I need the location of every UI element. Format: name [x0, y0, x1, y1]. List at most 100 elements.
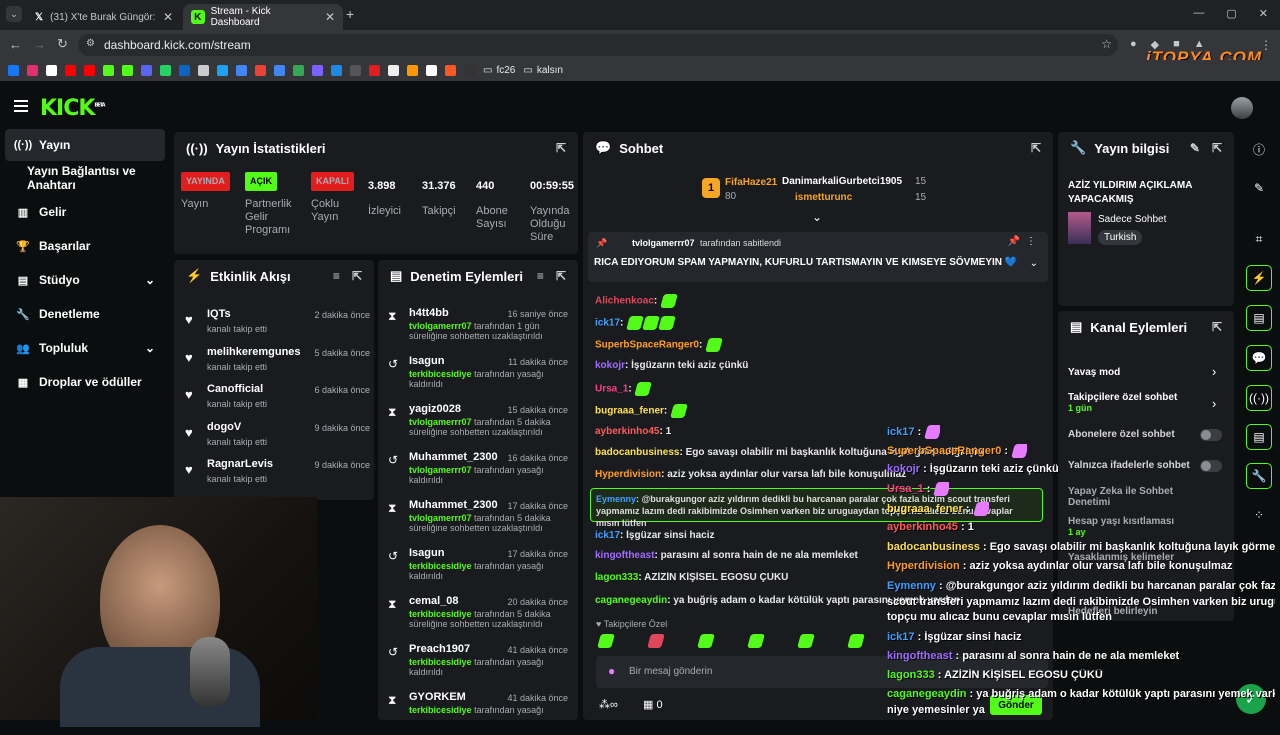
chevron-right-icon[interactable]: › [1212, 364, 1216, 379]
username[interactable]: Isagun [409, 355, 444, 367]
bookmark-icon[interactable] [8, 65, 19, 76]
bookmark-icon[interactable] [445, 65, 456, 76]
leaderboard-name[interactable]: FifaHaze21 [725, 177, 777, 188]
kick-logo[interactable]: KICKBETA [40, 96, 106, 121]
moderator-name[interactable]: terkibicesidiye [409, 561, 472, 571]
scan-icon[interactable]: ⌗ [1246, 226, 1272, 252]
username[interactable]: dogoV [207, 421, 241, 433]
bookmark-icon[interactable] [331, 65, 342, 76]
expand-icon[interactable]: ⌄ [812, 210, 822, 224]
tab-x[interactable]: 𝕏 (31) X'te Burak Güngör: "Aziz Y... ✕ [26, 4, 181, 30]
more-icon[interactable]: ⋮ [1026, 236, 1036, 247]
username[interactable]: ayberkinho45 [595, 426, 659, 437]
sidebar-item-stream-key[interactable]: Yayın Bağlantısı ve Anahtarı [5, 162, 165, 194]
followers-chat-item[interactable]: Takipçilere özel sohbet 1 gün [1068, 392, 1177, 414]
broadcast-icon[interactable]: ((·)) [1246, 385, 1272, 411]
sidebar-item-denetleme[interactable]: 🔧 Denetleme [5, 298, 165, 330]
popout-icon[interactable]: ⇱ [556, 141, 566, 155]
username[interactable]: caganegeaydin [595, 595, 667, 606]
username[interactable]: Ursa_1 [595, 384, 628, 395]
username[interactable]: Hyperdivision [595, 469, 661, 480]
bookmark-icon[interactable] [236, 65, 247, 76]
sidebar-item-topluluk[interactable]: 👥 Topluluk ⌄ [5, 332, 165, 364]
maximize-icon[interactable]: ▢ [1226, 7, 1236, 20]
bookmark-icon[interactable] [407, 65, 418, 76]
bookmark-icon[interactable] [350, 65, 361, 76]
username[interactable]: Canofficial [207, 383, 263, 395]
username[interactable]: Preach1907 [409, 643, 470, 655]
moderator-name[interactable]: tvlolgamerrr07 [409, 513, 472, 523]
bookmark-icon[interactable] [122, 65, 133, 76]
bookmark-icon[interactable] [84, 65, 95, 76]
chat-settings-icon[interactable]: ▤ [1246, 424, 1272, 450]
moderator-name[interactable]: terkibicesidiye [409, 657, 472, 667]
edit-icon[interactable]: ✎ [1246, 175, 1272, 201]
username[interactable]: melihkeremgunes [207, 346, 301, 358]
filter-icon[interactable]: ≡ [537, 269, 544, 283]
bookmark-folder[interactable]: ▭ kalsın [523, 65, 563, 76]
close-icon[interactable]: ✕ [163, 10, 173, 24]
stream-category[interactable]: Sadece Sohbet [1098, 214, 1166, 225]
wrench-icon[interactable]: 🔧 [1246, 463, 1272, 489]
bookmark-icon[interactable] [426, 65, 437, 76]
avatar[interactable] [1231, 97, 1253, 119]
extension-icon[interactable]: ● [1130, 38, 1137, 51]
emote-icon[interactable] [847, 634, 865, 648]
bookmark-icon[interactable] [179, 65, 190, 76]
slow-mode-item[interactable]: Yavaş mod [1068, 367, 1120, 378]
edit-icon[interactable]: ✎ [1190, 141, 1200, 155]
bookmark-icon[interactable] [160, 65, 171, 76]
document-icon[interactable]: ▤ [1246, 305, 1272, 331]
username[interactable]: Isagun [409, 547, 444, 559]
bookmark-icon[interactable] [293, 65, 304, 76]
username[interactable]: kingoftheast [595, 550, 654, 561]
sidebar-item-droplar[interactable]: ▦ Droplar ve ödüller [5, 366, 165, 398]
emote-icon[interactable] [747, 634, 765, 648]
chevron-right-icon[interactable]: › [1212, 396, 1216, 411]
pin-icon[interactable]: 📌 [1008, 236, 1020, 247]
minimize-icon[interactable]: — [1193, 7, 1204, 20]
username[interactable]: yagiz0028 [409, 403, 461, 415]
username[interactable]: lagon333 [595, 572, 638, 583]
subs-chat-toggle[interactable] [1200, 429, 1222, 441]
username[interactable]: cemal_08 [409, 595, 459, 607]
menu-icon[interactable] [14, 100, 28, 112]
chevron-down-icon[interactable]: ⌄ [1030, 258, 1038, 269]
username[interactable]: Muhammet_2300 [409, 451, 498, 463]
reload-icon[interactable]: ↻ [57, 36, 68, 52]
bookmark-icon[interactable] [65, 65, 76, 76]
microphone-icon[interactable]: ● [608, 664, 615, 678]
stream-tag[interactable]: Turkish [1098, 230, 1143, 245]
username[interactable]: ick17 [595, 318, 620, 329]
bookmark-icon[interactable] [141, 65, 152, 76]
bookmark-icon[interactable] [217, 65, 228, 76]
account-age-item[interactable]: Hesap yaşı kısıtlaması 1 ay [1068, 516, 1174, 538]
sidebar-item-gelir[interactable]: ▥ Gelir [5, 196, 165, 228]
tab-kick[interactable]: K Stream - Kick Dashboard ✕ [183, 4, 343, 30]
bookmark-icon[interactable] [103, 65, 114, 76]
back-icon[interactable]: ← [9, 37, 22, 52]
leaderboard-name[interactable]: ismetturunc [795, 192, 852, 203]
username[interactable]: RagnarLevis [207, 458, 273, 470]
emote-chat-toggle[interactable] [1200, 460, 1222, 472]
chat-icon[interactable]: 💬 [1246, 345, 1272, 371]
gift-counter[interactable]: ▦ 0 [643, 698, 663, 711]
moderator-name[interactable]: tvlolgamerrr07 [409, 417, 472, 427]
bookmark-icon[interactable] [46, 65, 57, 76]
moderator-name[interactable]: terkibicesidiye [409, 369, 472, 379]
bookmark-star-icon[interactable]: ☆ [1101, 37, 1112, 51]
bookmark-icon[interactable] [312, 65, 323, 76]
forward-icon[interactable]: → [33, 37, 46, 52]
site-info-icon[interactable]: ⚙ [86, 38, 95, 49]
close-icon[interactable]: ✕ [325, 10, 335, 24]
username[interactable]: bugraaa_fener [595, 406, 664, 417]
filter-icon[interactable]: ≡ [333, 269, 340, 283]
emote-icon[interactable] [697, 634, 715, 648]
bookmark-icon[interactable] [369, 65, 380, 76]
username[interactable]: h4tt4bb [409, 307, 449, 319]
new-tab-button[interactable]: + [346, 6, 354, 22]
moderator-name[interactable]: terkibicesidiye [409, 705, 472, 715]
bookmark-icon[interactable] [198, 65, 209, 76]
chevron-down-icon[interactable]: ⌄ [145, 273, 155, 287]
popout-icon[interactable]: ⇱ [1212, 141, 1222, 155]
